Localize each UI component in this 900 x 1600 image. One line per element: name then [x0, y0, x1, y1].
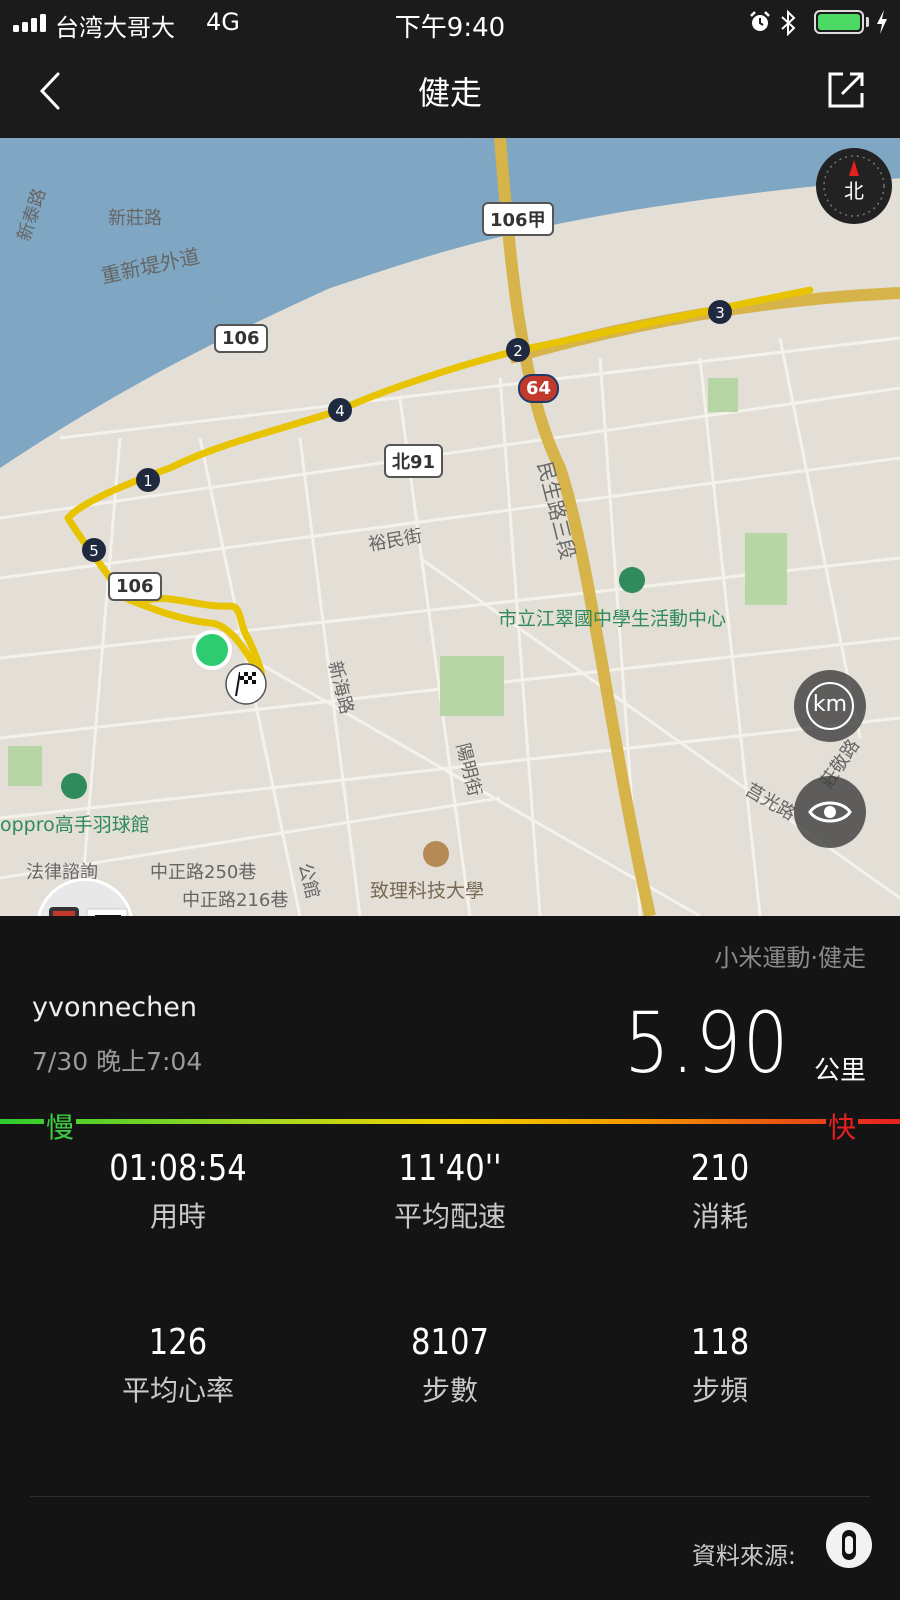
- stat-value: 11'40'': [398, 1148, 502, 1189]
- pace-color-legend: [0, 1119, 900, 1124]
- stat-avg-heart-rate: 126 平均心率: [28, 1322, 328, 1409]
- divider: [30, 1496, 870, 1497]
- map-label-zhongzheng-lane2: 中正路216巷: [182, 890, 289, 911]
- battery-icon: [814, 10, 864, 34]
- road-shield-106a: 106甲: [482, 202, 554, 236]
- km-label: km: [806, 682, 854, 730]
- map-label-zhongzheng-lane: 中正路250巷: [150, 862, 257, 883]
- park-3: [708, 378, 738, 412]
- stat-value: 210: [690, 1148, 750, 1189]
- park-2: [745, 533, 787, 605]
- stat-label: 平均配速: [393, 1200, 506, 1233]
- stat-calories: 210 消耗: [570, 1148, 870, 1235]
- distance-unit: 公里: [813, 1056, 866, 1086]
- stat-label: 用時: [149, 1200, 206, 1233]
- workout-datetime: 7/30 晚上7:04: [32, 1047, 203, 1076]
- poi-activity-icon: [619, 567, 645, 593]
- fast-label: 快: [826, 1106, 859, 1146]
- map-label-badminton: oppro高手羽球館: [0, 814, 150, 836]
- stat-value: 01:08:54: [109, 1148, 247, 1189]
- stat-label: 平均心率: [121, 1374, 234, 1407]
- road-shield-106: 106: [214, 324, 268, 353]
- park-1: [440, 656, 504, 716]
- visibility-button[interactable]: [794, 776, 866, 848]
- finish-flag-icon: [225, 663, 267, 705]
- data-source-label: 資料來源:: [691, 1542, 796, 1570]
- username: yvonnechen: [32, 992, 197, 1023]
- stat-value: 118: [690, 1322, 750, 1363]
- charging-icon: [877, 10, 887, 34]
- poi-university-icon: [423, 841, 449, 867]
- compass-button[interactable]: 北: [814, 146, 894, 226]
- km-marker-4-label: 4: [335, 402, 345, 420]
- nav-header: 健走: [0, 46, 900, 138]
- map-label-activity-center: 市立江翠國中學生活動中心: [498, 608, 727, 630]
- page-title: 健走: [417, 74, 482, 112]
- source-app-label: 小米運動·健走: [714, 944, 866, 972]
- poi-badminton-icon: [61, 773, 87, 799]
- stat-label: 消耗: [691, 1200, 748, 1233]
- stat-value: 126: [148, 1322, 208, 1363]
- highway-east: [508, 287, 900, 364]
- road-shield-bei91: 北91: [384, 444, 444, 478]
- share-button[interactable]: [826, 70, 866, 110]
- bluetooth-icon: [781, 9, 796, 37]
- road-shield-106b: 106: [108, 572, 162, 601]
- status-bar: 台湾大哥大 4G 下午9:40: [0, 0, 900, 46]
- map-label-university: 致理科技大學: [370, 880, 485, 902]
- alarm-icon: [750, 11, 770, 31]
- stat-steps: 8107 步數: [300, 1322, 600, 1409]
- workout-summary-panel: 小米運動·健走 yvonnechen 7/30 晚上7:04 5.90 公里 慢…: [0, 916, 900, 1600]
- stat-label: 步頻: [691, 1374, 748, 1407]
- km-marker-2-label: 2: [513, 342, 523, 360]
- eye-icon: [808, 801, 852, 823]
- route-map[interactable]: 1 2 3 4 5 新莊路 新泰路 重新堤外道 裕民街 民生路三段 新海路 陽明…: [0, 138, 900, 916]
- map-label-xinzhuang-road: 新莊路: [108, 208, 162, 229]
- stat-cadence: 118 步頻: [570, 1322, 870, 1409]
- compass-label: 北: [844, 179, 864, 203]
- park-4: [8, 746, 42, 786]
- km-marker-5-label: 5: [89, 542, 99, 560]
- km-toggle-button[interactable]: km: [794, 670, 866, 742]
- battery-level: [818, 14, 860, 30]
- km-marker-3-label: 3: [715, 304, 725, 322]
- stat-label: 步數: [421, 1374, 478, 1407]
- stat-duration: 01:08:54 用時: [28, 1148, 328, 1235]
- band-icon: [842, 1530, 856, 1560]
- stat-avg-pace: 11'40'' 平均配速: [300, 1148, 600, 1235]
- distance-value: 5.90: [624, 994, 790, 1092]
- road-shield-64: 64: [518, 374, 560, 403]
- stat-value: 8107: [411, 1322, 489, 1363]
- slow-label: 慢: [44, 1106, 77, 1146]
- battery-tip: [866, 17, 869, 27]
- device-icon[interactable]: [826, 1522, 872, 1568]
- km-marker-1-label: 1: [143, 472, 153, 490]
- start-marker: [192, 630, 232, 670]
